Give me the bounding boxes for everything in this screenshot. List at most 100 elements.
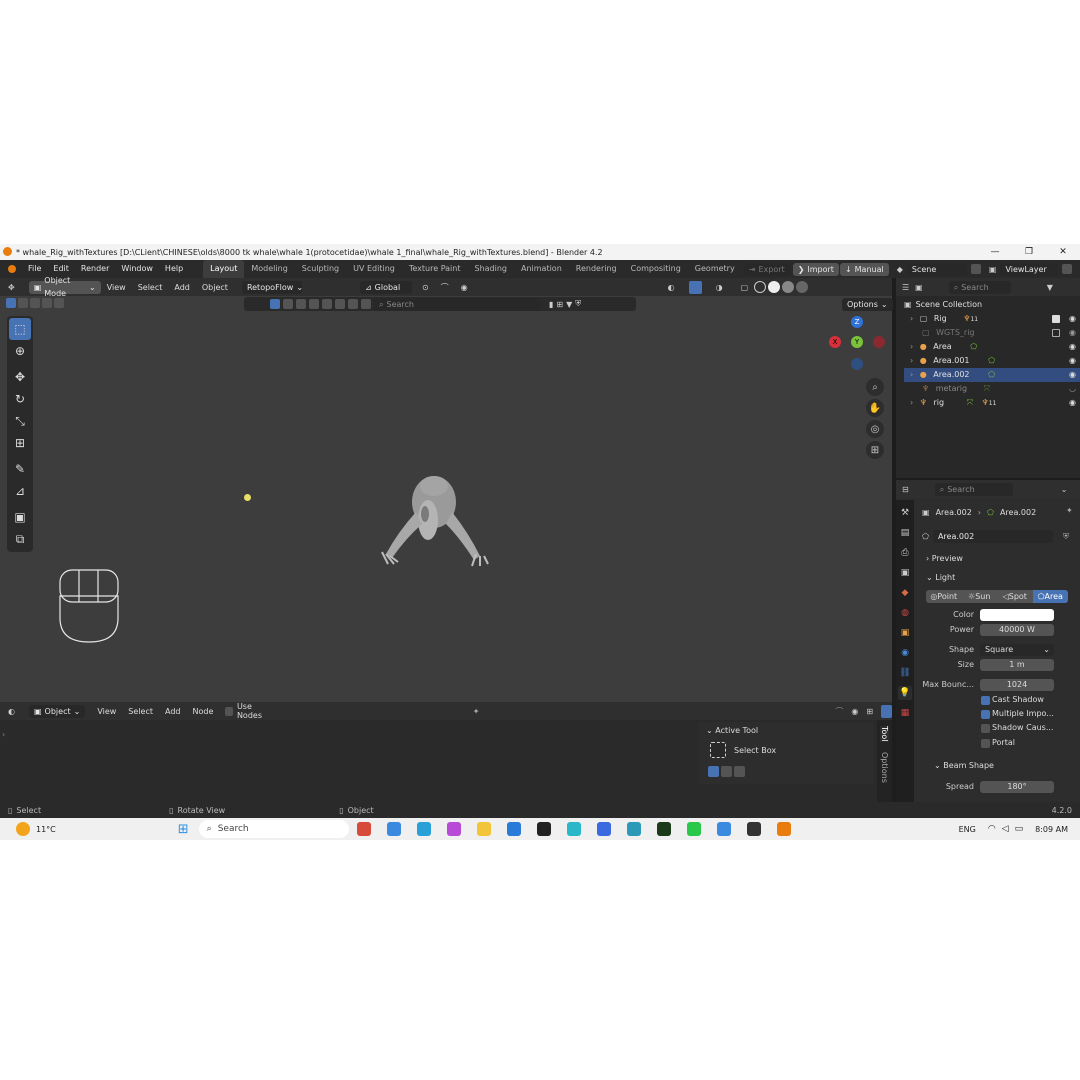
scene-selector[interactable]: Scene <box>906 262 967 276</box>
retopo-tool-icon[interactable] <box>283 299 293 309</box>
light-type-area[interactable]: ⬠Area <box>1032 590 1068 603</box>
store-icon[interactable] <box>506 822 521 836</box>
pin-icon[interactable]: ✦ <box>473 707 480 716</box>
retopo-tool-icon[interactable] <box>309 299 319 309</box>
outliner-row-area-002[interactable]: › ● Area.002 ⬠ ◉ <box>904 368 1080 382</box>
snap-icon[interactable]: ⌒ <box>835 706 843 717</box>
camera-icon[interactable]: ◎ <box>866 420 884 438</box>
retopo-tool-icon[interactable] <box>348 299 358 309</box>
cast-shadow-checkbox[interactable] <box>981 696 990 705</box>
retopo-tool-icon[interactable] <box>270 299 280 309</box>
search-app-icon[interactable] <box>716 822 731 836</box>
preview-panel-header[interactable]: › Preview <box>926 554 963 563</box>
object-tab-icon[interactable]: ▣ <box>898 626 912 640</box>
new-scene-button[interactable] <box>970 264 981 274</box>
expand-icon[interactable]: › <box>910 370 913 379</box>
portal-checkbox[interactable] <box>981 739 990 748</box>
github-icon[interactable] <box>536 822 551 836</box>
expand-icon[interactable]: › <box>910 398 913 407</box>
checkbox-icon[interactable] <box>1052 315 1060 323</box>
bookmark-icon[interactable]: ▮ <box>549 300 553 309</box>
notes-icon[interactable] <box>596 822 611 836</box>
terminal-icon[interactable] <box>746 822 761 836</box>
select-subtract-icon[interactable] <box>734 766 745 777</box>
character-model[interactable] <box>376 472 492 568</box>
select-invert-icon[interactable] <box>42 298 52 308</box>
world-tab-icon[interactable]: ◍ <box>898 606 912 620</box>
add-object-tool[interactable]: ⧉ <box>9 528 31 550</box>
outliner-row-area-001[interactable]: › ● Area.001 ⬠ ◉ <box>904 354 1080 368</box>
close-button[interactable]: ✕ <box>1046 244 1080 260</box>
transform-tool[interactable]: ⊞ <box>9 432 31 454</box>
use-nodes-checkbox[interactable] <box>225 706 233 716</box>
expand-icon[interactable]: › <box>910 342 913 351</box>
shader-type-selector[interactable]: ▣ Object ⌄ <box>28 704 86 718</box>
outliner-search-input[interactable]: ⌕ Search <box>948 280 1011 294</box>
shadow-caustics-checkbox[interactable] <box>981 724 990 733</box>
light-type-point[interactable]: ◎Point <box>926 590 962 603</box>
folder-icon[interactable] <box>476 822 491 836</box>
manual-button[interactable]: ↓ Manual <box>839 262 889 276</box>
rotate-tool[interactable]: ↻ <box>9 388 31 410</box>
axis-y-icon[interactable]: Y <box>851 336 863 348</box>
import-button[interactable]: ❯ Import <box>792 262 839 276</box>
measure-tool[interactable]: ⊿ <box>9 480 31 502</box>
tab-rendering[interactable]: Rendering <box>569 260 624 278</box>
view-layer-tab-icon[interactable]: ▣ <box>898 566 912 580</box>
new-view-layer-button[interactable] <box>1062 264 1073 274</box>
cursor-tool[interactable]: ⊕ <box>9 340 31 362</box>
sidebar-tab-tool[interactable]: Tool <box>880 726 889 742</box>
eye-closed-icon[interactable]: ◡ <box>1069 382 1076 396</box>
maya-icon[interactable] <box>566 822 581 836</box>
xray-icon[interactable]: ▢ <box>741 283 749 292</box>
light-type-spot[interactable]: ◁Spot <box>997 590 1033 603</box>
navigation-gizmo[interactable]: Z Y X <box>826 316 892 376</box>
solid-shading-icon[interactable] <box>768 281 781 293</box>
overlay-icon[interactable]: ◉ <box>851 707 858 716</box>
menu-object[interactable]: Object <box>196 283 234 292</box>
select-extend-icon[interactable] <box>721 766 732 777</box>
tool-tab-icon[interactable]: ⚒ <box>898 506 912 520</box>
minimize-button[interactable]: — <box>978 244 1012 260</box>
outliner-row-rig[interactable]: › ▢ Rig ♆11 ◉ <box>904 312 1080 326</box>
tab-uv-editing[interactable]: UV Editing <box>346 260 402 278</box>
select-extend-icon[interactable] <box>18 298 28 308</box>
tab-sculpting[interactable]: Sculpting <box>295 260 346 278</box>
render-tab-icon[interactable]: ▤ <box>898 526 912 540</box>
retopo-tool-icon[interactable] <box>361 299 371 309</box>
windows-start-icon[interactable]: ⊞ <box>178 822 189 837</box>
outliner-row-area[interactable]: › ● Area ⬠ ◉ <box>904 340 1080 354</box>
sidebar-tab-options[interactable]: Options <box>880 752 889 783</box>
editor-type-icon[interactable]: ✥ <box>8 283 15 292</box>
overlay-icon[interactable]: ◑ <box>716 283 723 292</box>
node-menu-select[interactable]: Select <box>122 707 159 716</box>
move-tool[interactable]: ✥ <box>9 366 31 388</box>
texture-tab-icon[interactable]: ▦ <box>898 706 912 720</box>
eye-icon[interactable]: ◉ <box>1069 340 1076 354</box>
filter-icon[interactable]: ▼ <box>1047 283 1053 292</box>
gizmo-toggle-button[interactable] <box>688 280 702 294</box>
light-data-icon[interactable]: ⬠ <box>922 532 929 541</box>
output-tab-icon[interactable]: ⎙ <box>898 546 912 560</box>
multiple-importance-checkbox[interactable] <box>981 710 990 719</box>
outliner-row-metarig[interactable]: ♆ metarig ⤧ ◡ <box>904 382 1080 396</box>
retopoflow-menu[interactable]: RetopoFlow ⌄ <box>241 280 303 294</box>
select-box-icon[interactable] <box>710 742 726 758</box>
color-swatch[interactable] <box>980 609 1054 621</box>
light-data-tab-icon[interactable]: 💡 <box>898 686 912 700</box>
menu-window[interactable]: Window <box>115 260 159 278</box>
material-shading-icon[interactable] <box>782 281 795 293</box>
3d-viewport[interactable]: ⌕ Search ▮ ⊞ ▼ ⛨ Options ⌄ ⬚ ⊕ ✥ ↻ ⤡ ⊞ ✎ ⊿… <box>0 296 893 702</box>
pin-icon[interactable]: ✦ <box>1066 506 1073 515</box>
visibility-icon[interactable]: ◐ <box>668 283 675 292</box>
gizmo-icon[interactable]: ⊞ <box>866 707 873 716</box>
annotate-tool[interactable]: ✎ <box>9 458 31 480</box>
menu-help[interactable]: Help <box>159 260 189 278</box>
snap-icon[interactable]: ⌒ <box>441 282 449 293</box>
retopo-search-input[interactable]: ⌕ Search <box>374 297 540 311</box>
view-layer-selector[interactable]: ViewLayer <box>1000 262 1059 276</box>
scene-tab-icon[interactable]: ◆ <box>898 586 912 600</box>
axis-neg-z-icon[interactable] <box>851 358 863 370</box>
constraints-tab-icon[interactable]: ⛓ <box>898 666 912 680</box>
node-editor[interactable]: › ⌄ Active Tool Select Box Tool Options <box>0 720 892 802</box>
